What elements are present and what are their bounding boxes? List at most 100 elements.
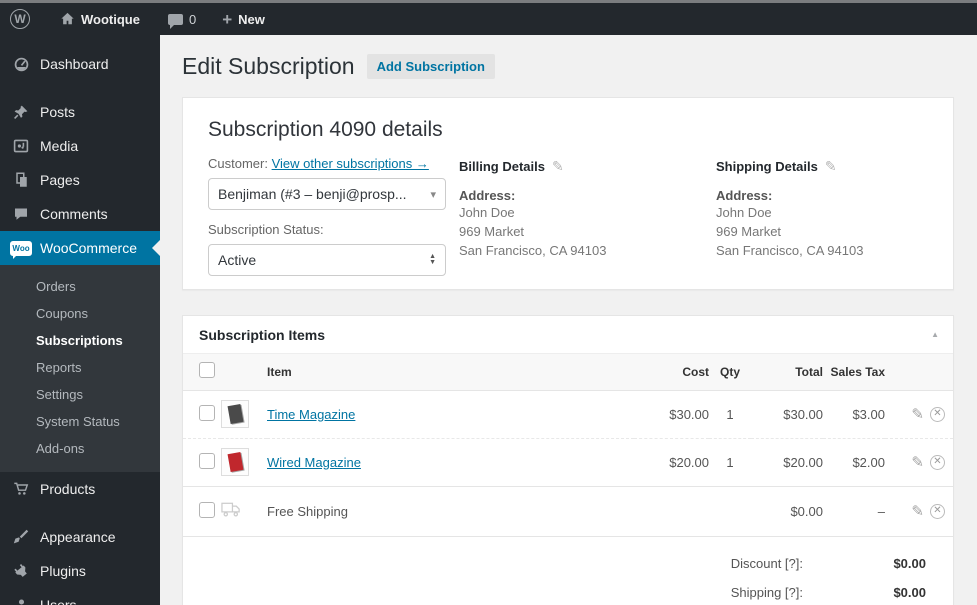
sidebar-item-users[interactable]: Users bbox=[0, 588, 160, 605]
item-tax: $3.00 bbox=[852, 406, 885, 422]
user-icon bbox=[10, 597, 32, 605]
subscription-status-select[interactable]: Active ▲ ▼ bbox=[208, 244, 446, 276]
comments-bubble-menu[interactable]: 0 bbox=[158, 3, 206, 35]
media-icon bbox=[10, 138, 32, 154]
admin-bar: W Wootique 0 + New bbox=[0, 3, 977, 35]
sidebar-item-label: Media bbox=[40, 138, 79, 154]
shipping-details-column: Shipping Details ✎ Address: John Doe 969… bbox=[716, 158, 863, 260]
wordpress-logo-icon: W bbox=[10, 9, 30, 29]
plus-icon: + bbox=[222, 9, 233, 29]
billing-details-column: Billing Details ✎ Address: John Doe 969 … bbox=[459, 158, 606, 260]
dashboard-icon bbox=[10, 56, 32, 73]
item-tax: $2.00 bbox=[823, 437, 885, 486]
submenu-item-system-status[interactable]: System Status bbox=[0, 408, 160, 435]
site-name-menu[interactable]: Wootique bbox=[50, 3, 150, 35]
sidebar-item-label: Dashboard bbox=[40, 56, 109, 72]
billing-street: 969 Market bbox=[459, 224, 525, 239]
row-checkbox[interactable] bbox=[199, 501, 215, 518]
billing-city: San Francisco, CA 94103 bbox=[459, 243, 607, 258]
col-sales-tax: Sales Tax bbox=[823, 354, 885, 391]
add-subscription-button[interactable]: Add Subscription bbox=[366, 54, 495, 79]
wordpress-logo-menu[interactable]: W bbox=[0, 3, 40, 35]
status-label: Subscription Status: bbox=[208, 222, 324, 237]
page-title: Edit Subscription bbox=[182, 53, 355, 79]
sidebar-item-appearance[interactable]: Appearance bbox=[0, 520, 160, 554]
items-table-header-row: Item Cost Qty Total Sales Tax bbox=[183, 354, 953, 391]
discount-value: $0.00 bbox=[893, 555, 926, 571]
select-stepper-icon: ▲ ▼ bbox=[429, 253, 436, 266]
row-checkbox[interactable] bbox=[199, 452, 215, 469]
item-qty: 1 bbox=[726, 406, 734, 422]
sidebar-item-products[interactable]: Products bbox=[0, 472, 160, 506]
submenu-item-coupons[interactable]: Coupons bbox=[0, 300, 160, 327]
woocommerce-icon: Woo bbox=[10, 240, 32, 259]
sidebar-item-label: Pages bbox=[40, 172, 80, 188]
shipping-address-label: Address: bbox=[716, 188, 773, 203]
sidebar-item-media[interactable]: Media bbox=[0, 129, 160, 163]
customer-select[interactable]: Benjiman (#3 – benji@prosp... ▾ bbox=[208, 178, 446, 210]
order-totals: Discount [?]: $0.00 Shipping [?]: $0.00 bbox=[183, 537, 953, 605]
product-thumbnail bbox=[221, 448, 249, 476]
edit-item-pencil-icon[interactable]: ✎ bbox=[911, 405, 924, 423]
home-icon bbox=[61, 12, 74, 25]
shipping-city: San Francisco, CA 94103 bbox=[716, 243, 864, 258]
details-heading: Subscription 4090 details bbox=[208, 118, 443, 141]
sidebar-item-woocommerce[interactable]: Woo WooCommerce bbox=[0, 231, 160, 265]
new-content-menu[interactable]: + New bbox=[212, 3, 275, 35]
totals-row-discount: Discount [?]: $0.00 bbox=[183, 549, 926, 578]
view-other-subscriptions-link[interactable]: View other subscriptions → bbox=[272, 156, 429, 171]
sidebar-item-label: Users bbox=[40, 597, 77, 605]
shipping-total-label: Shipping [?]: bbox=[730, 584, 803, 600]
sidebar-item-plugins[interactable]: Plugins bbox=[0, 554, 160, 588]
item-cost: $20.00 bbox=[634, 437, 709, 486]
sidebar-item-dashboard[interactable]: Dashboard bbox=[0, 47, 160, 81]
delete-item-icon[interactable]: ✕ bbox=[930, 406, 945, 422]
edit-item-pencil-icon[interactable]: ✎ bbox=[911, 502, 924, 520]
shipping-name: John Doe bbox=[716, 205, 772, 220]
customer-label: Customer: bbox=[208, 156, 268, 171]
item-cost: $30.00 bbox=[669, 406, 709, 422]
plug-icon bbox=[10, 563, 32, 579]
item-row-wired-magazine: Wired Magazine $20.00 1 $20.00 $2.00 ✎ ✕ bbox=[183, 437, 953, 486]
sidebar-item-pages[interactable]: Pages bbox=[0, 163, 160, 197]
items-panel-header: Subscription Items ▲ bbox=[183, 316, 953, 354]
submenu-item-subscriptions[interactable]: Subscriptions bbox=[0, 327, 160, 354]
select-all-checkbox[interactable] bbox=[199, 362, 215, 379]
collapse-toggle-icon[interactable]: ▲ bbox=[931, 330, 939, 339]
items-panel-title: Subscription Items bbox=[199, 326, 326, 343]
delete-item-icon[interactable]: ✕ bbox=[930, 454, 945, 470]
main-content: Edit Subscription Add Subscription Subsc… bbox=[160, 35, 977, 605]
item-row-time-magazine: Time Magazine $30.00 1 $30.00 $3.00 ✎ ✕ bbox=[183, 390, 953, 438]
product-link[interactable]: Wired Magazine bbox=[267, 455, 361, 470]
col-cost: Cost bbox=[634, 354, 709, 391]
product-link[interactable]: Time Magazine bbox=[267, 407, 355, 422]
item-qty: 1 bbox=[709, 437, 751, 486]
customer-selected-value: Benjiman (#3 – benji@prosp... bbox=[218, 186, 407, 202]
items-table: Item Cost Qty Total Sales Tax Time Magaz… bbox=[183, 354, 953, 537]
edit-item-pencil-icon[interactable]: ✎ bbox=[911, 453, 924, 471]
edit-shipping-pencil-icon[interactable]: ✎ bbox=[825, 158, 837, 175]
col-item: Item bbox=[267, 354, 634, 391]
sidebar-item-label: WooCommerce bbox=[40, 240, 137, 256]
customer-column: Customer: View other subscriptions → Ben… bbox=[208, 156, 453, 276]
sidebar-item-label: Posts bbox=[40, 104, 76, 120]
submenu-item-settings[interactable]: Settings bbox=[0, 381, 160, 408]
row-checkbox[interactable] bbox=[199, 404, 215, 421]
sidebar-item-label: Plugins bbox=[40, 563, 86, 579]
product-thumbnail bbox=[221, 400, 249, 428]
edit-billing-pencil-icon[interactable]: ✎ bbox=[552, 158, 564, 175]
submenu-item-orders[interactable]: Orders bbox=[0, 273, 160, 300]
billing-heading: Billing Details bbox=[459, 159, 545, 174]
sidebar-item-comments[interactable]: Comments bbox=[0, 197, 160, 231]
brush-icon bbox=[10, 529, 32, 545]
submenu-item-add-ons[interactable]: Add-ons bbox=[0, 435, 160, 462]
sidebar-item-label: Products bbox=[40, 481, 96, 497]
submenu-item-reports[interactable]: Reports bbox=[0, 354, 160, 381]
pushpin-icon bbox=[10, 104, 32, 120]
site-name: Wootique bbox=[81, 11, 140, 27]
pages-icon bbox=[10, 172, 32, 188]
status-selected-value: Active bbox=[218, 252, 257, 268]
sidebar-item-posts[interactable]: Posts bbox=[0, 95, 160, 129]
delete-item-icon[interactable]: ✕ bbox=[930, 503, 945, 519]
woocommerce-submenu: Orders Coupons Subscriptions Reports Set… bbox=[0, 265, 160, 472]
